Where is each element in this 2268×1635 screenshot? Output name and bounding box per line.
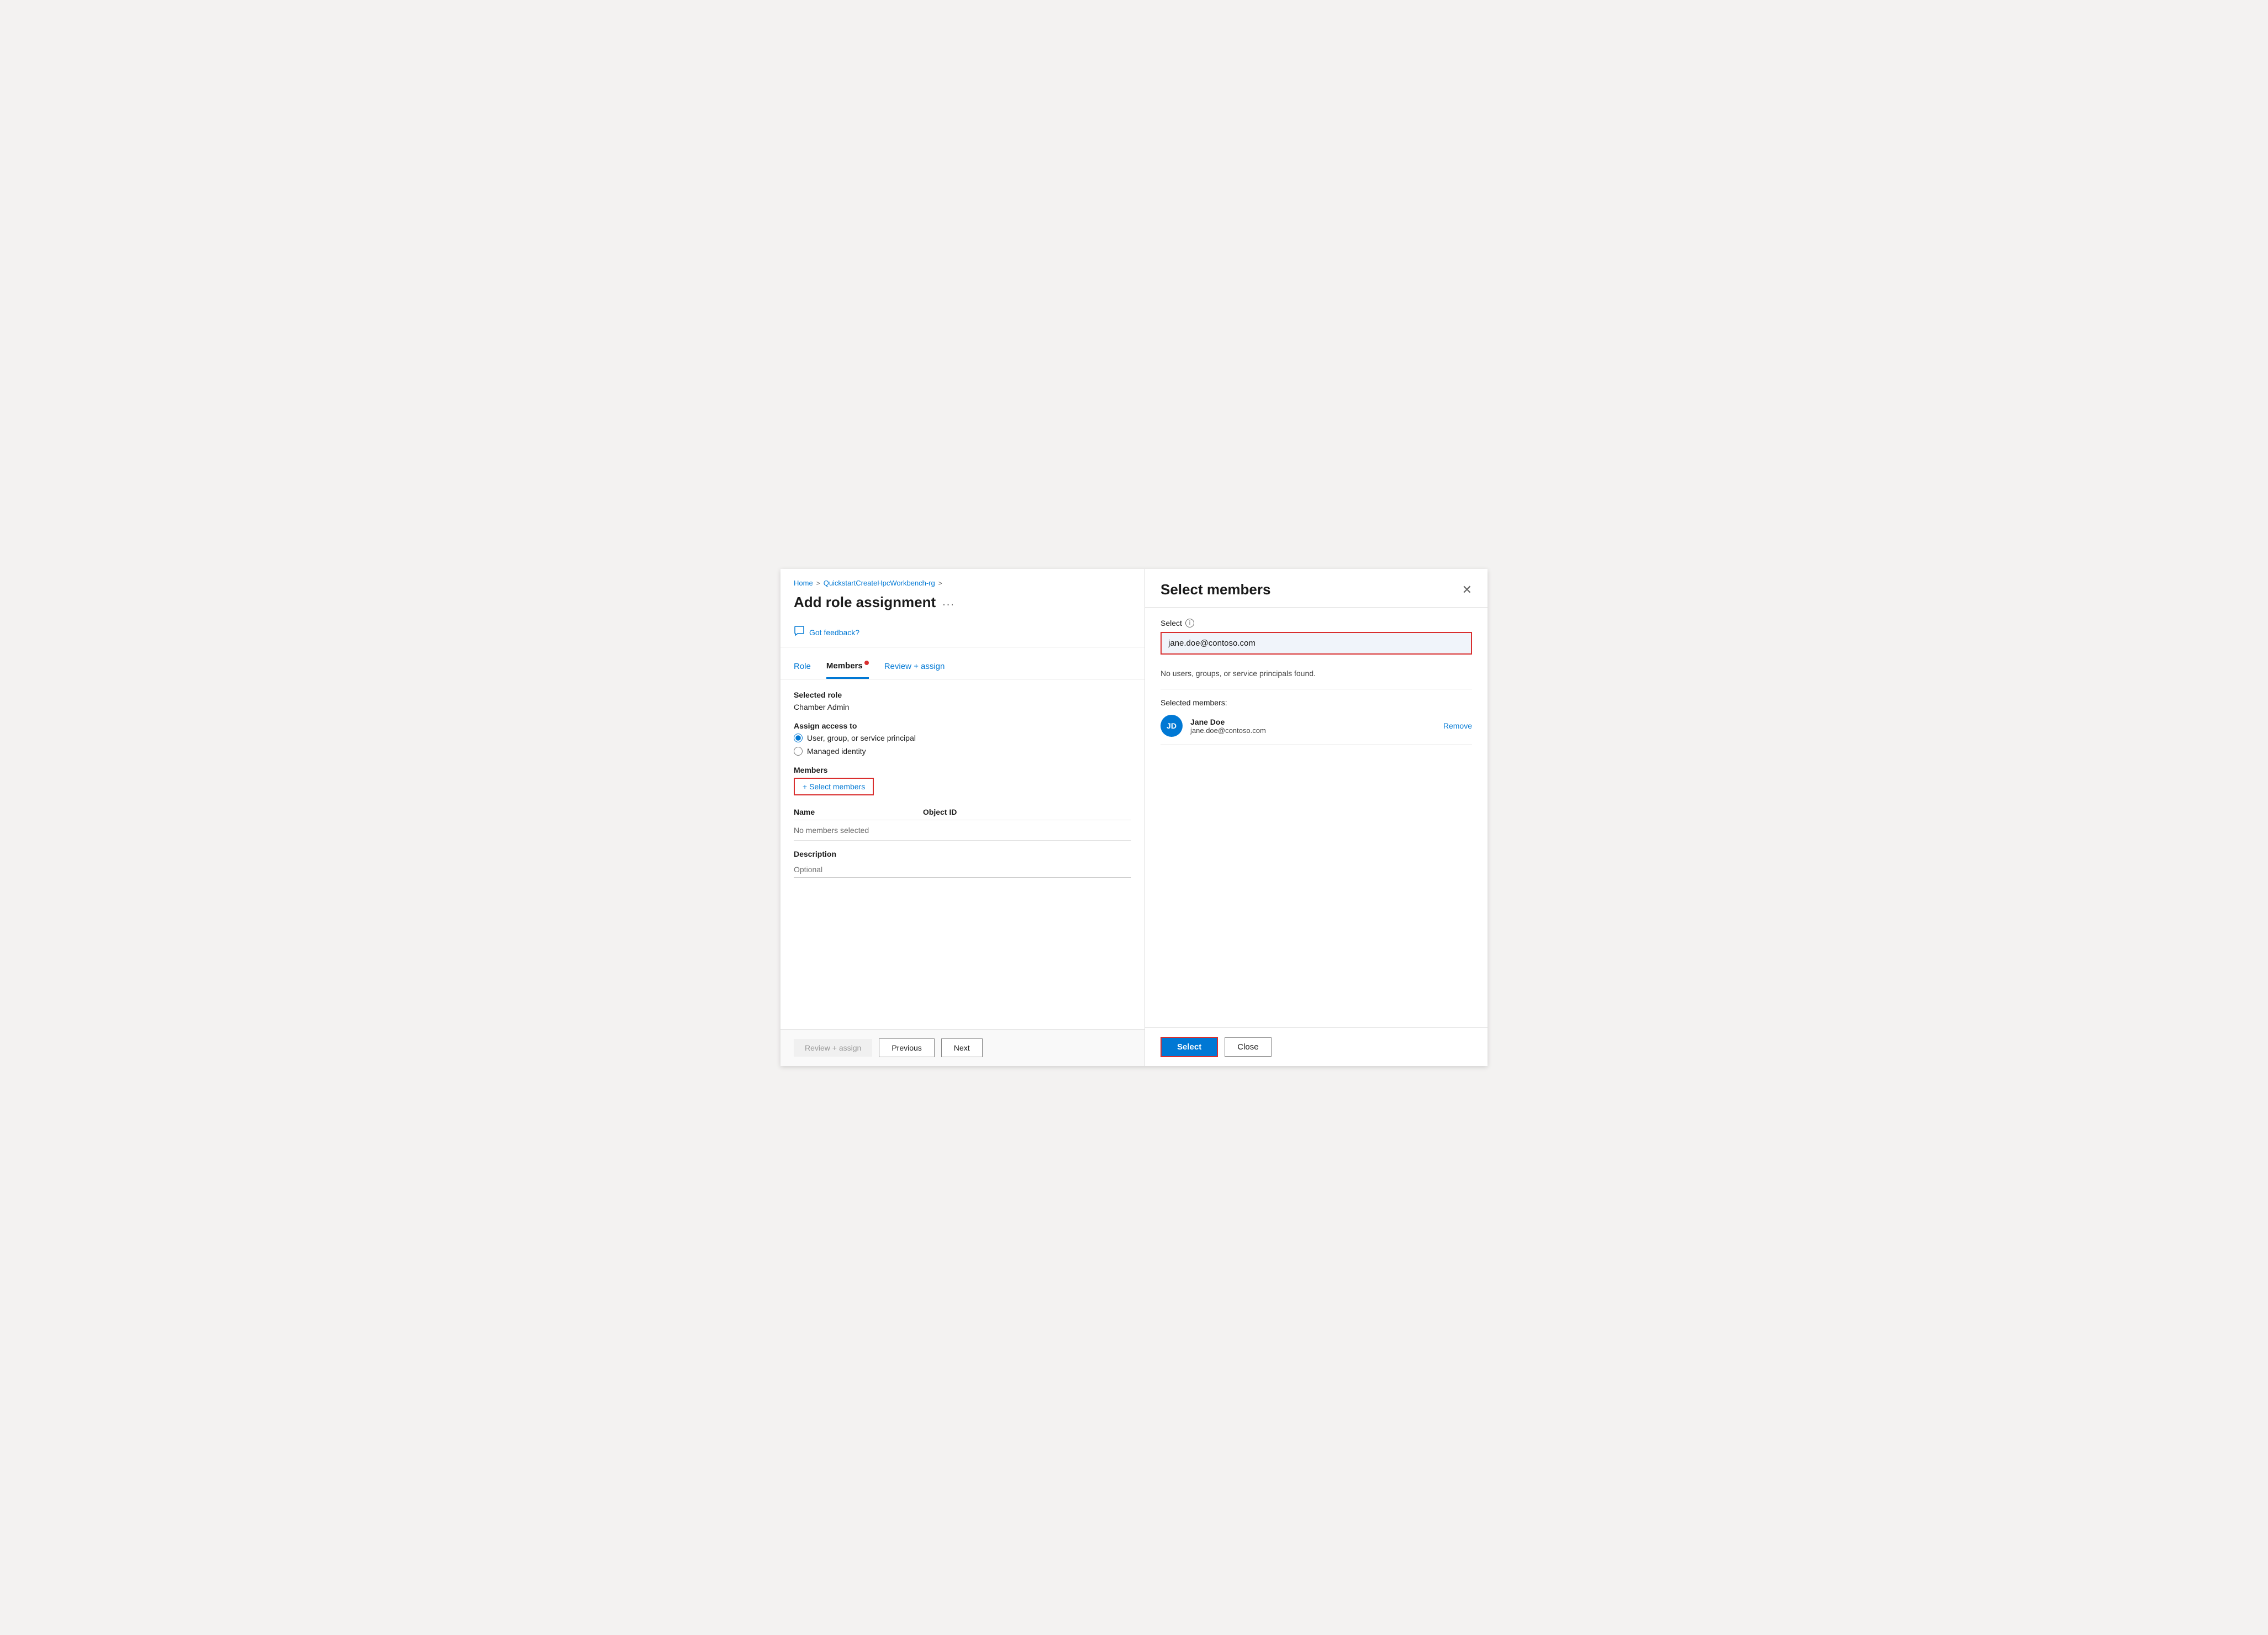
left-panel: Home > QuickstartCreateHpcWorkbench-rg >… [780, 569, 1145, 1066]
breadcrumb-sep1: > [816, 579, 820, 587]
feedback-text: Got feedback? [809, 628, 859, 637]
feedback-row[interactable]: Got feedback? [780, 620, 1144, 647]
member-email: jane.doe@contoso.com [1190, 726, 1436, 735]
selected-role-label: Selected role [794, 690, 1131, 699]
select-button[interactable]: Select [1161, 1037, 1218, 1057]
assign-access-label: Assign access to [794, 721, 1131, 730]
selected-role-value: Chamber Admin [794, 703, 1131, 711]
page-title: Add role assignment [794, 594, 936, 611]
radio-managed-identity-input[interactable] [794, 747, 803, 756]
description-section: Description [794, 850, 1131, 878]
radio-user-group-label: User, group, or service principal [807, 734, 916, 742]
table-row: No members selected [794, 820, 1131, 841]
selected-members-label: Selected members: [1161, 698, 1472, 707]
no-results-text: No users, groups, or service principals … [1161, 663, 1472, 689]
right-header: Select members ✕ [1145, 569, 1488, 608]
close-button[interactable]: Close [1225, 1037, 1271, 1057]
col-name: Name [794, 804, 923, 820]
right-panel-title: Select members [1161, 581, 1270, 598]
select-members-button[interactable]: + Select members [794, 778, 874, 795]
select-label: Select [1161, 619, 1182, 627]
right-footer: Select Close [1145, 1027, 1488, 1066]
members-table: Name Object ID No members selected [794, 804, 1131, 841]
close-panel-button[interactable]: ✕ [1462, 583, 1472, 597]
select-info-icon: i [1185, 619, 1194, 627]
feedback-icon [794, 625, 805, 639]
left-content: Selected role Chamber Admin Assign acces… [780, 679, 1144, 1029]
radio-user-group[interactable]: User, group, or service principal [794, 734, 1131, 742]
member-info: Jane Doe jane.doe@contoso.com [1190, 718, 1436, 735]
avatar: JD [1161, 715, 1183, 737]
members-section: Members + Select members Name Object ID … [794, 766, 1131, 841]
page-title-row: Add role assignment ... [780, 592, 1144, 620]
tab-review-assign[interactable]: Review + assign [884, 654, 945, 678]
breadcrumb-rg[interactable]: QuickstartCreateHpcWorkbench-rg [824, 579, 935, 587]
radio-managed-identity-label: Managed identity [807, 747, 866, 756]
selected-members-section: Selected members: JD Jane Doe jane.doe@c… [1161, 698, 1472, 745]
left-footer: Review + assign Previous Next [780, 1029, 1144, 1066]
breadcrumb: Home > QuickstartCreateHpcWorkbench-rg > [780, 569, 1144, 592]
member-row: JD Jane Doe jane.doe@contoso.com Remove [1161, 715, 1472, 745]
breadcrumb-sep2: > [938, 579, 942, 587]
select-label-row: Select i [1161, 619, 1472, 627]
no-members-text: No members selected [794, 820, 1131, 841]
right-panel: Select members ✕ Select i No users, grou… [1145, 569, 1488, 1066]
description-input[interactable] [794, 862, 1131, 878]
assign-access-radio-group: User, group, or service principal Manage… [794, 734, 1131, 756]
members-label: Members [794, 766, 1131, 774]
search-input-wrap [1161, 632, 1472, 655]
tabs-row: Role Members Review + assign [780, 653, 1144, 679]
more-options-icon[interactable]: ... [942, 596, 955, 609]
tab-role[interactable]: Role [794, 654, 811, 678]
members-dot [864, 661, 869, 665]
member-name: Jane Doe [1190, 718, 1436, 726]
remove-member-link[interactable]: Remove [1443, 721, 1472, 730]
next-button[interactable]: Next [941, 1038, 983, 1057]
right-content: Select i No users, groups, or service pr… [1145, 608, 1488, 1027]
close-icon: ✕ [1462, 583, 1472, 597]
review-assign-button: Review + assign [794, 1039, 872, 1057]
description-label: Description [794, 850, 1131, 858]
radio-user-group-input[interactable] [794, 734, 803, 742]
search-input[interactable] [1162, 633, 1471, 653]
col-object-id: Object ID [923, 804, 1131, 820]
breadcrumb-home[interactable]: Home [794, 579, 813, 587]
radio-managed-identity[interactable]: Managed identity [794, 747, 1131, 756]
tab-members[interactable]: Members [826, 653, 869, 679]
previous-button[interactable]: Previous [879, 1038, 934, 1057]
